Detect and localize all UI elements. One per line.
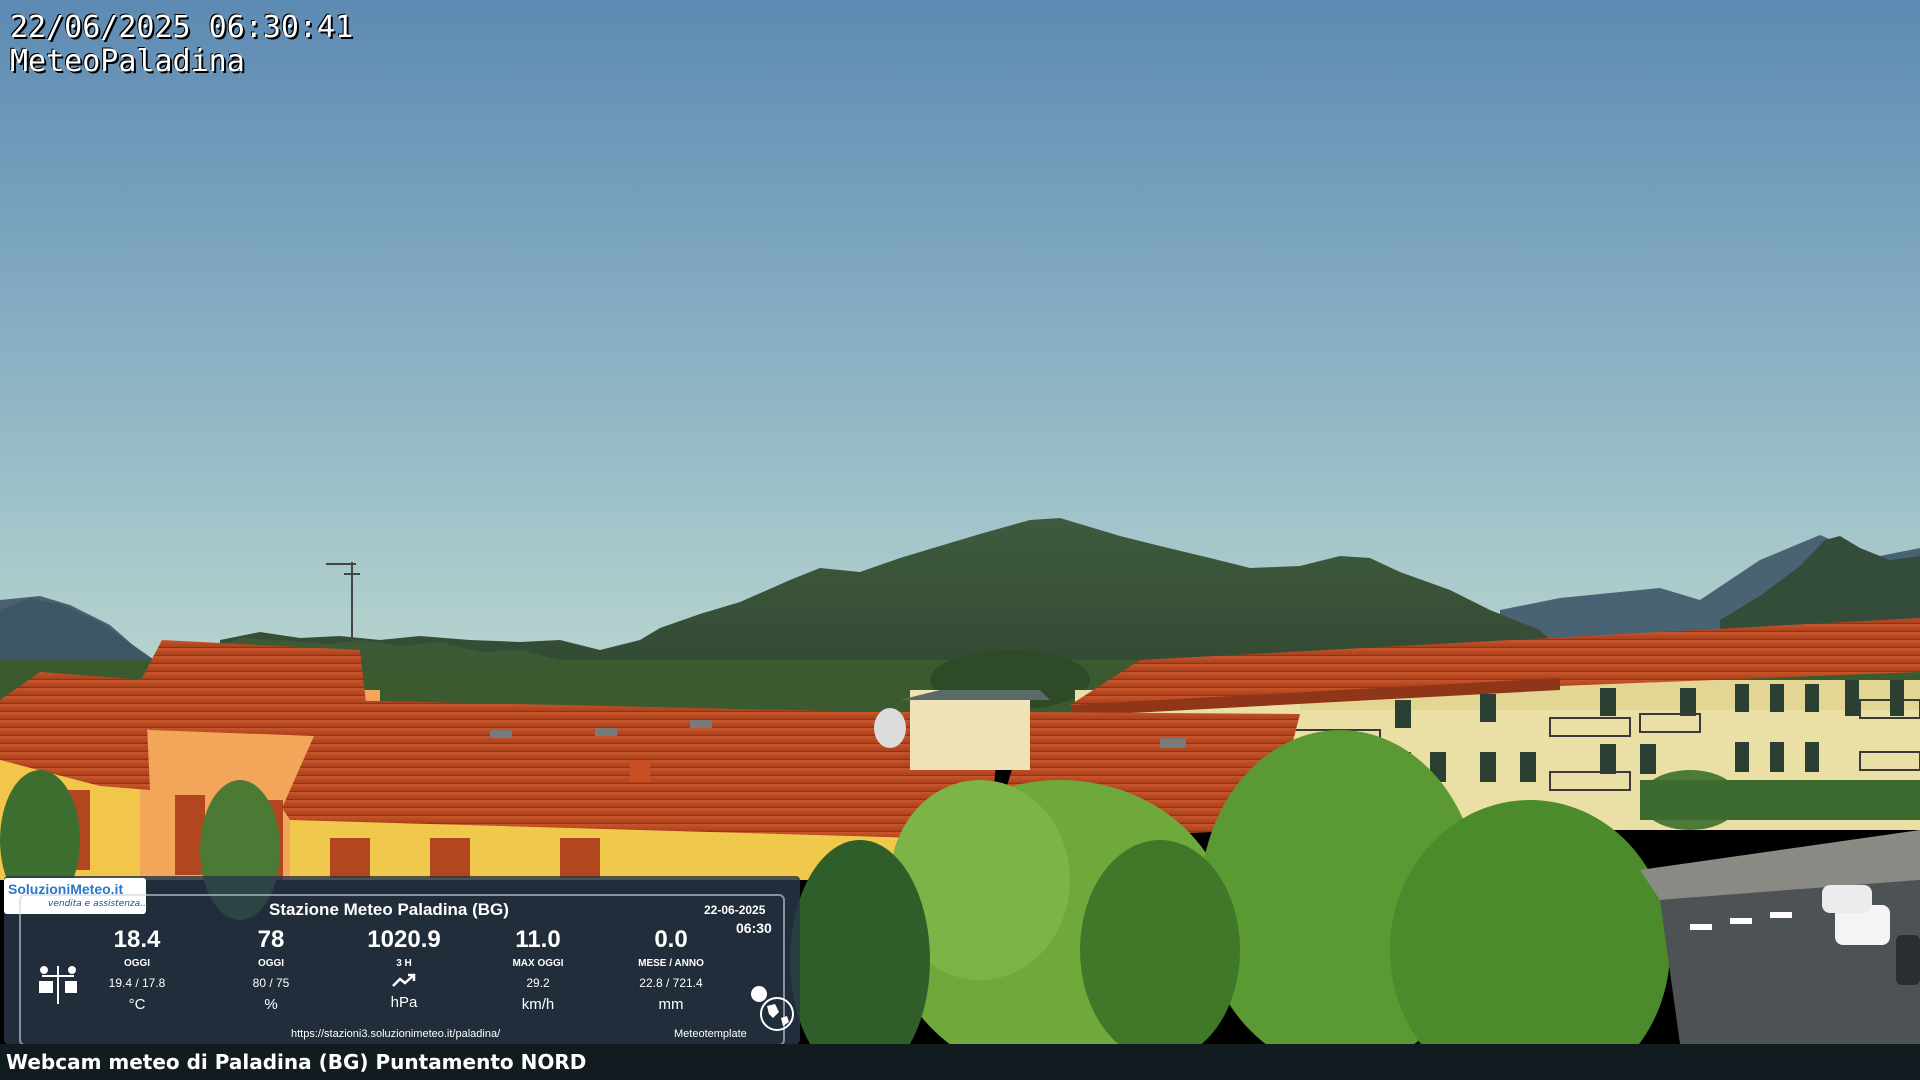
- parking-lot: [1640, 830, 1920, 1044]
- panel-date: 22-06-2025: [704, 903, 766, 917]
- rain-month-year: 22.8 / 721.4: [639, 976, 703, 990]
- webcam-caption: Webcam meteo di Paladina (BG) Puntamento…: [6, 1050, 587, 1074]
- template-credit: Meteotemplate: [674, 1028, 747, 1040]
- temperature-value: 18.4: [113, 926, 161, 953]
- wind-label: MAX OGGI: [512, 958, 564, 969]
- station-url-link[interactable]: https://stazioni3.soluzionimeteo.it/pala…: [291, 1028, 500, 1040]
- panel-title: Stazione Meteo Paladina (BG): [269, 900, 509, 919]
- pressure-label: 3 H: [396, 958, 412, 969]
- wind-reading: 11.0 MAX OGGI 29.2 km/h: [478, 926, 598, 1014]
- wind-max: 29.2: [526, 976, 550, 990]
- pressure-unit: hPa: [390, 994, 418, 1011]
- humidity-minmax: 80 / 75: [252, 976, 290, 990]
- panel-time: 06:30: [736, 920, 772, 936]
- rain-value: 0.0: [654, 926, 688, 953]
- temperature-reading: 18.4 OGGI 19.4 / 17.8 °C: [77, 926, 197, 1014]
- pressure-value: 1020.9: [367, 926, 441, 953]
- rain-reading: 0.0 MESE / ANNO 22.8 / 721.4 mm: [611, 926, 731, 1014]
- humidity-label: OGGI: [257, 958, 285, 969]
- wind-value: 11.0: [515, 926, 561, 953]
- rain-label: MESE / ANNO: [638, 958, 704, 969]
- pressure-reading: 1020.9 3 H hPa: [344, 926, 464, 1012]
- trend-up-icon: [392, 973, 416, 987]
- station-name-overlay: MeteoPaladina: [10, 44, 245, 79]
- wind-unit: km/h: [521, 996, 555, 1013]
- humidity-unit: %: [264, 996, 278, 1013]
- globe-icon: [751, 986, 794, 1031]
- humidity-value: 78: [257, 926, 285, 953]
- timestamp-overlay: 22/06/2025 06:30:41: [10, 10, 354, 45]
- humidity-reading: 78 OGGI 80 / 75 %: [211, 926, 331, 1014]
- temperature-minmax: 19.4 / 17.8: [108, 976, 166, 990]
- caption-bar: Webcam meteo di Paladina (BG) Puntamento…: [0, 1044, 1920, 1080]
- temperature-unit: °C: [128, 996, 146, 1013]
- rain-unit: mm: [658, 996, 684, 1013]
- weather-station-icon: [39, 966, 77, 1004]
- weather-panel: SoluzioniMeteo.it vendita e assistenza..…: [4, 876, 800, 1046]
- temperature-label: OGGI: [123, 958, 151, 969]
